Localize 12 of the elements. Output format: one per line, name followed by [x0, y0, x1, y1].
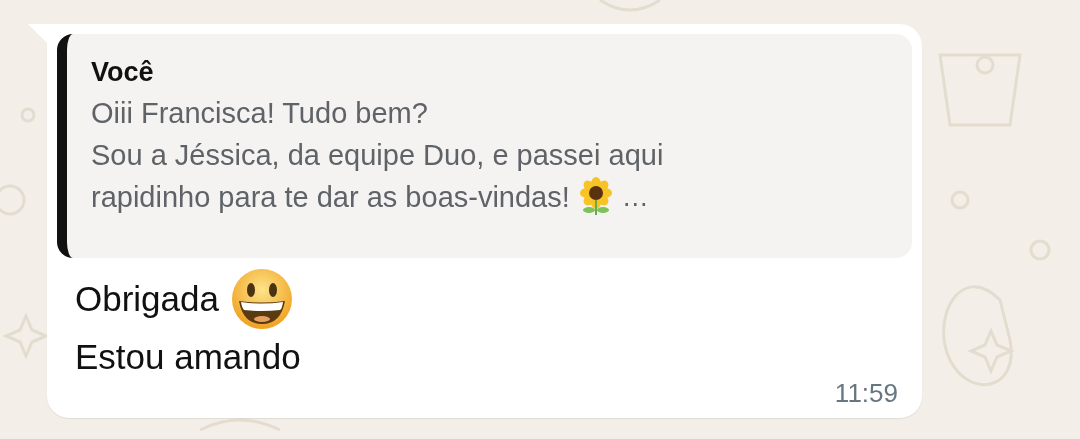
message-text: Obrigada [75, 278, 219, 320]
grinning-emoji-icon [231, 268, 293, 330]
sunflower-icon [577, 177, 614, 217]
quote-text: rapidinho para te dar as boas-vindas! [91, 180, 570, 215]
message-text: Estou amando [75, 336, 301, 378]
message-time: 11:59 [834, 378, 898, 408]
ellipsis: … [621, 180, 649, 214]
quoted-message[interactable]: Você Oiii Francisca! Tudo bem? Sou a Jéssica, da equipe Duo, e passei aqui rapidinho para te dar as boas-vindas! … [57, 34, 912, 258]
message-bubble[interactable]: Você Oiii Francisca! Tudo bem? Sou a Jéssica, da equipe Duo, e passei aqui rapidinho para te dar as boas-vindas! … Obrigada Estou amando 11:59 [47, 24, 922, 418]
quote-text: Oiii Francisca! Tudo bem? [91, 96, 428, 131]
quote-author: Você [91, 56, 154, 89]
quote-text: Sou a Jéssica, da equipe Duo, e passei aqui [91, 138, 664, 173]
